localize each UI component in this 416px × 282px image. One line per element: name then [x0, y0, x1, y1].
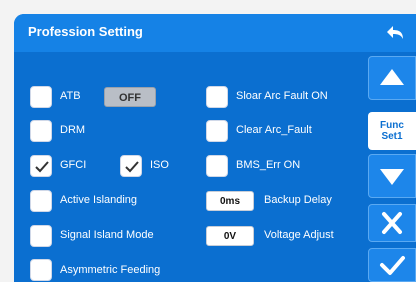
signal-island-mode-checkbox[interactable]: [30, 225, 52, 247]
page-title: Profession Setting: [28, 24, 143, 39]
checkmark-icon: [35, 161, 49, 173]
check-icon: [380, 256, 405, 275]
func-set-line1: Func: [380, 120, 404, 131]
asymmetric-feeding-checkbox[interactable]: [30, 259, 52, 281]
down-arrow-icon: [380, 169, 404, 185]
bms-err-label: BMS_Err ON: [236, 159, 301, 171]
settings-panel: ATB OFF DRM GFCI ISO Active Islanding Si…: [14, 52, 360, 282]
checkmark-icon: [125, 161, 139, 173]
atb-checkbox[interactable]: [30, 86, 52, 108]
title-bar: Profession Setting: [14, 14, 416, 53]
bms-err-checkbox[interactable]: [206, 155, 228, 177]
atb-toggle[interactable]: OFF: [104, 87, 156, 107]
voltage-adjust-input[interactable]: 0V: [206, 226, 254, 246]
back-arrow-icon: [387, 26, 403, 39]
clear-arc-fault-label: Clear Arc_Fault: [236, 124, 312, 136]
func-set-button[interactable]: Func Set1: [368, 112, 416, 150]
func-set-line2: Set1: [381, 131, 403, 142]
asymmetric-feeding-label: Asymmetric Feeding: [60, 264, 161, 276]
up-button[interactable]: [368, 56, 416, 100]
active-islanding-label: Active Islanding: [60, 194, 138, 206]
signal-island-mode-label: Signal Island Mode: [60, 229, 154, 241]
drm-label: DRM: [60, 124, 86, 136]
active-islanding-checkbox[interactable]: [30, 190, 52, 212]
screen: Profession Setting ATB OFF DRM GFCI ISO …: [14, 14, 416, 282]
sidebar: Func Set1: [360, 52, 416, 282]
atb-label: ATB: [60, 90, 81, 102]
gfci-label: GFCI: [60, 159, 87, 171]
solar-arc-fault-checkbox[interactable]: [206, 86, 228, 108]
drm-checkbox[interactable]: [30, 120, 52, 142]
close-icon: [382, 212, 402, 234]
voltage-adjust-label: Voltage Adjust: [264, 229, 334, 241]
iso-label: ISO: [150, 159, 169, 171]
up-arrow-icon: [380, 69, 404, 85]
cancel-button[interactable]: [368, 204, 416, 242]
backup-delay-input[interactable]: 0ms: [206, 191, 254, 211]
clear-arc-fault-checkbox[interactable]: [206, 120, 228, 142]
confirm-button[interactable]: [368, 248, 416, 282]
gfci-checkbox[interactable]: [30, 155, 52, 177]
iso-checkbox[interactable]: [120, 155, 142, 177]
back-button[interactable]: [384, 20, 410, 46]
solar-arc-fault-label: Sloar Arc Fault ON: [236, 90, 328, 102]
backup-delay-label: Backup Delay: [264, 194, 332, 206]
down-button[interactable]: [368, 154, 416, 198]
